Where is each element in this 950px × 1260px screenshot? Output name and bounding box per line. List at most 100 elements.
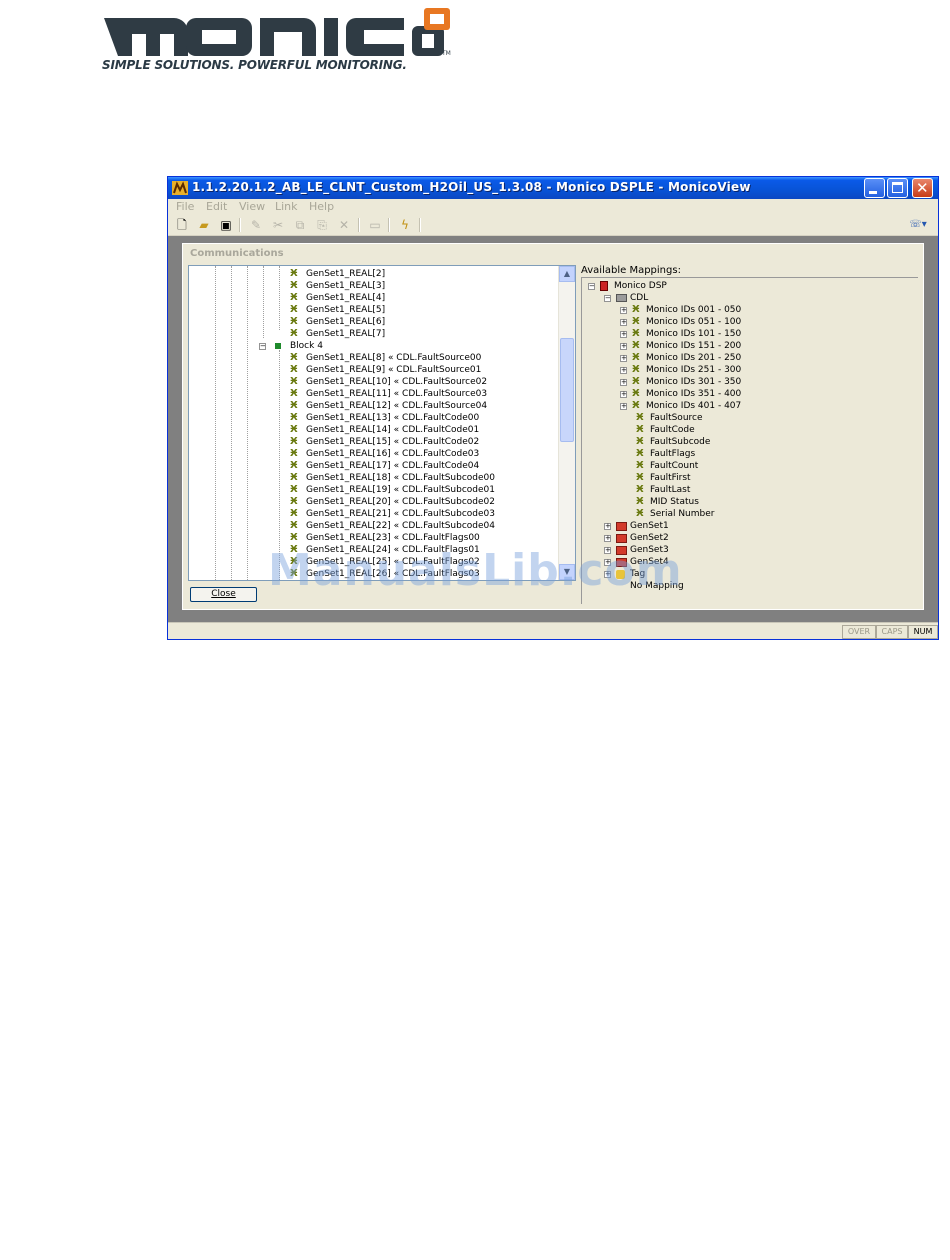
menu-help[interactable]: Help	[309, 200, 334, 213]
new-icon[interactable]: 🗋	[174, 217, 190, 233]
tree-item-label[interactable]: GenSet1_REAL[11] « CDL.FaultSource03	[306, 388, 487, 400]
window-icon[interactable]: ▭	[367, 217, 383, 233]
tree-item-label[interactable]: GenSet1_REAL[2]	[306, 268, 385, 280]
scroll-down-button[interactable]: ▼	[559, 564, 575, 580]
mapping-item-label[interactable]: Monico IDs 251 - 300	[646, 364, 741, 376]
mapping-item-label[interactable]: GenSet4	[630, 556, 669, 568]
title-bar[interactable]: 1.1.2.20.1.2_AB_LE_CLNT_Custom_H2Oil_US_…	[168, 177, 938, 199]
tree-expand-toggle[interactable]: +	[604, 523, 611, 530]
menu-edit[interactable]: Edit	[206, 200, 227, 213]
mapping-item-label[interactable]: GenSet2	[630, 532, 669, 544]
mapping-item-label[interactable]: FaultCode	[650, 424, 695, 436]
vertical-scrollbar[interactable]: ▲ ▼	[558, 266, 575, 580]
mapping-item-label[interactable]: MID Status	[650, 496, 699, 508]
scroll-up-button[interactable]: ▲	[559, 266, 575, 282]
mapping-item-label[interactable]: FaultLast	[650, 484, 690, 496]
close-window-button[interactable]: ✕	[912, 178, 933, 198]
mapping-item-label[interactable]: Monico DSP	[614, 280, 667, 292]
tree-collapse-toggle[interactable]: −	[604, 295, 611, 302]
tree-expand-toggle[interactable]: +	[620, 343, 627, 350]
tree-item-label[interactable]: GenSet1_REAL[7]	[306, 328, 385, 340]
available-mappings-tree[interactable]: − Monico DSP − CDL + Ӿ Monico IDs 001 - 050 + Ӿ M…	[581, 277, 918, 604]
menu-file[interactable]: File	[176, 200, 194, 213]
mapping-item-label[interactable]: Monico IDs 301 - 350	[646, 376, 741, 388]
mapping-item-label[interactable]: FaultCount	[650, 460, 698, 472]
delete-icon[interactable]: ✕	[336, 217, 352, 233]
tree-item-label[interactable]: GenSet1_REAL[21] « CDL.FaultSubcode03	[306, 508, 495, 520]
tag-x-icon: Ӿ	[632, 364, 640, 375]
edit-icon[interactable]: ✎	[248, 217, 264, 233]
tree-item-label[interactable]: GenSet1_REAL[13] « CDL.FaultCode00	[306, 412, 479, 424]
tree-item-label[interactable]: GenSet1_REAL[5]	[306, 304, 385, 316]
mapping-item-label[interactable]: FaultFlags	[650, 448, 695, 460]
tree-item-label[interactable]: GenSet1_REAL[25] « CDL.FaultFlags02	[306, 556, 480, 568]
tree-item-label[interactable]: GenSet1_REAL[22] « CDL.FaultSubcode04	[306, 520, 495, 532]
copy-icon[interactable]: ⧉	[292, 217, 308, 233]
tree-item-label[interactable]: GenSet1_REAL[6]	[306, 316, 385, 328]
tree-item-label[interactable]: GenSet1_REAL[9] « CDL.FaultSource01	[306, 364, 481, 376]
maximize-button[interactable]	[887, 178, 908, 198]
tag-x-icon: Ӿ	[636, 448, 644, 459]
tree-item-label[interactable]: GenSet1_REAL[17] « CDL.FaultCode04	[306, 460, 479, 472]
tree-block-label[interactable]: Block 4	[290, 340, 323, 352]
tree-item-label[interactable]: GenSet1_REAL[8] « CDL.FaultSource00	[306, 352, 481, 364]
tree-item-label[interactable]: GenSet1_REAL[16] « CDL.FaultCode03	[306, 448, 479, 460]
tree-item-label[interactable]: GenSet1_REAL[18] « CDL.FaultSubcode00	[306, 472, 495, 484]
mapping-item-label[interactable]: GenSet1	[630, 520, 669, 532]
mapping-item-label[interactable]: Monico IDs 351 - 400	[646, 388, 741, 400]
tree-expand-toggle[interactable]: +	[620, 307, 627, 314]
tree-collapse-toggle[interactable]: −	[588, 283, 595, 290]
tree-item-label[interactable]: GenSet1_REAL[4]	[306, 292, 385, 304]
mapping-item-label[interactable]: Monico IDs 001 - 050	[646, 304, 741, 316]
mapping-item-label[interactable]: Monico IDs 051 - 100	[646, 316, 741, 328]
tree-item-label[interactable]: GenSet1_REAL[15] « CDL.FaultCode02	[306, 436, 479, 448]
paste-icon[interactable]: ⎘	[314, 217, 330, 233]
mapping-item-label[interactable]: Tag	[630, 568, 645, 580]
tree-expand-toggle[interactable]: +	[604, 559, 611, 566]
mapping-item-label[interactable]: Monico IDs 401 - 407	[646, 400, 741, 412]
mapping-item-label[interactable]: GenSet3	[630, 544, 669, 556]
minimize-button[interactable]	[864, 178, 885, 198]
help-icon[interactable]: ☏▾	[906, 217, 930, 233]
mapping-item-label[interactable]: Monico IDs 201 - 250	[646, 352, 741, 364]
tree-item-label[interactable]: GenSet1_REAL[14] « CDL.FaultCode01	[306, 424, 479, 436]
menu-link[interactable]: Link	[275, 200, 298, 213]
tree-expand-toggle[interactable]: +	[620, 403, 627, 410]
tree-expand-toggle[interactable]: +	[620, 331, 627, 338]
tree-expand-toggle[interactable]: +	[620, 379, 627, 386]
tree-item-label[interactable]: GenSet1_REAL[10] « CDL.FaultSource02	[306, 376, 487, 388]
tag-x-icon: Ӿ	[290, 496, 298, 507]
mapping-item-label[interactable]: Monico IDs 151 - 200	[646, 340, 741, 352]
tree-expand-toggle[interactable]: +	[620, 391, 627, 398]
save-icon[interactable]: ▣	[218, 217, 234, 233]
mapping-item-label[interactable]: FaultFirst	[650, 472, 691, 484]
mapping-item-label[interactable]: CDL	[630, 292, 648, 304]
tree-item-label[interactable]: GenSet1_REAL[24] « CDL.FaultFlags01	[306, 544, 480, 556]
mapping-item-label[interactable]: Serial Number	[650, 508, 714, 520]
mapping-item-label[interactable]: Monico IDs 101 - 150	[646, 328, 741, 340]
communications-tree[interactable]: Ӿ GenSet1_REAL[2] Ӿ GenSet1_REAL[3] Ӿ GenSet1…	[188, 265, 576, 581]
mapping-item-label[interactable]: FaultSubcode	[650, 436, 710, 448]
close-button[interactable]: Close	[190, 587, 257, 602]
tree-item-label[interactable]: GenSet1_REAL[26] « CDL.FaultFlags03	[306, 568, 480, 580]
menu-view[interactable]: View	[239, 200, 265, 213]
tree-expand-toggle[interactable]: +	[620, 319, 627, 326]
tree-expand-toggle[interactable]: +	[604, 571, 611, 578]
lightning-icon[interactable]: ϟ	[397, 217, 413, 233]
tree-expand-toggle[interactable]: +	[604, 535, 611, 542]
open-icon[interactable]: ▰	[196, 217, 212, 233]
tree-collapse-toggle[interactable]: −	[259, 343, 266, 350]
scroll-thumb[interactable]	[560, 338, 574, 442]
tree-item-label[interactable]: GenSet1_REAL[27] « CDL.FaultFlags04	[306, 580, 480, 581]
mapping-item-label[interactable]: No Mapping	[630, 580, 684, 592]
tree-expand-toggle[interactable]: +	[604, 547, 611, 554]
tree-expand-toggle[interactable]: +	[620, 367, 627, 374]
tree-item-label[interactable]: GenSet1_REAL[20] « CDL.FaultSubcode02	[306, 496, 495, 508]
tree-item-label[interactable]: GenSet1_REAL[12] « CDL.FaultSource04	[306, 400, 487, 412]
tree-item-label[interactable]: GenSet1_REAL[23] « CDL.FaultFlags00	[306, 532, 480, 544]
cut-icon[interactable]: ✂	[270, 217, 286, 233]
tree-expand-toggle[interactable]: +	[620, 355, 627, 362]
mapping-item-label[interactable]: FaultSource	[650, 412, 703, 424]
tree-item-label[interactable]: GenSet1_REAL[3]	[306, 280, 385, 292]
tree-item-label[interactable]: GenSet1_REAL[19] « CDL.FaultSubcode01	[306, 484, 495, 496]
